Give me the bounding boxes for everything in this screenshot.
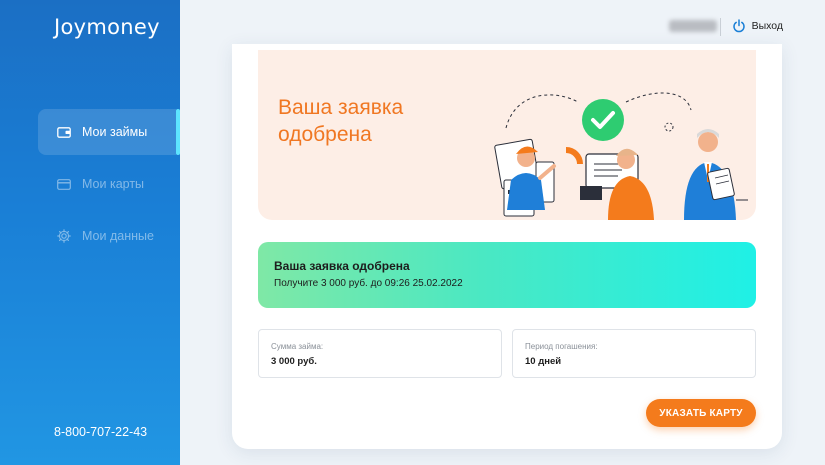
username-blurred	[669, 20, 717, 32]
sidebar: Joymoney Мои займы Мои карты Мои данные …	[0, 0, 180, 465]
logout-label: Выход	[751, 20, 783, 32]
approval-illustration	[494, 92, 748, 220]
loan-amount-value: 3 000 руб.	[271, 356, 317, 367]
support-phone[interactable]: 8-800-707-22-43	[54, 425, 147, 439]
approval-banner: Ваша заявка одобрена Получите 3 000 руб.…	[258, 242, 756, 308]
approval-subtitle: Получите 3 000 руб. до 09:26 25.02.2022	[274, 278, 463, 289]
brand-logo[interactable]: Joymoney	[54, 15, 160, 39]
loan-amount-label: Сумма займа:	[271, 342, 324, 351]
hero-banner: Ваша заявка одобрена	[258, 50, 756, 220]
wallet-icon	[57, 125, 71, 139]
loan-card: Ваша заявка одобрена Ваша заявка одобрен…	[232, 44, 782, 449]
card-icon	[57, 177, 71, 191]
gear-icon	[57, 229, 71, 243]
logout-button[interactable]: Выход	[732, 19, 783, 33]
power-icon	[732, 19, 746, 33]
repayment-period-value: 10 дней	[525, 356, 562, 367]
loan-amount-field: Сумма займа: 3 000 руб.	[258, 329, 502, 378]
sidebar-item-label: Мои данные	[82, 229, 154, 243]
sidebar-item-label: Мои карты	[82, 177, 145, 191]
active-indicator	[176, 109, 180, 155]
hero-title: Ваша заявка одобрена	[278, 96, 404, 146]
sidebar-item-label: Мои займы	[82, 125, 148, 139]
approval-title: Ваша заявка одобрена	[274, 259, 410, 273]
topbar-divider	[720, 18, 721, 36]
sidebar-item-my-cards[interactable]: Мои карты	[38, 161, 176, 207]
specify-card-button[interactable]: УКАЗАТЬ КАРТУ	[646, 399, 756, 427]
sidebar-item-my-data[interactable]: Мои данные	[38, 213, 176, 259]
repayment-period-label: Период погашения:	[525, 342, 598, 351]
repayment-period-field: Период погашения: 10 дней	[512, 329, 756, 378]
sidebar-item-my-loans[interactable]: Мои займы	[38, 109, 176, 155]
